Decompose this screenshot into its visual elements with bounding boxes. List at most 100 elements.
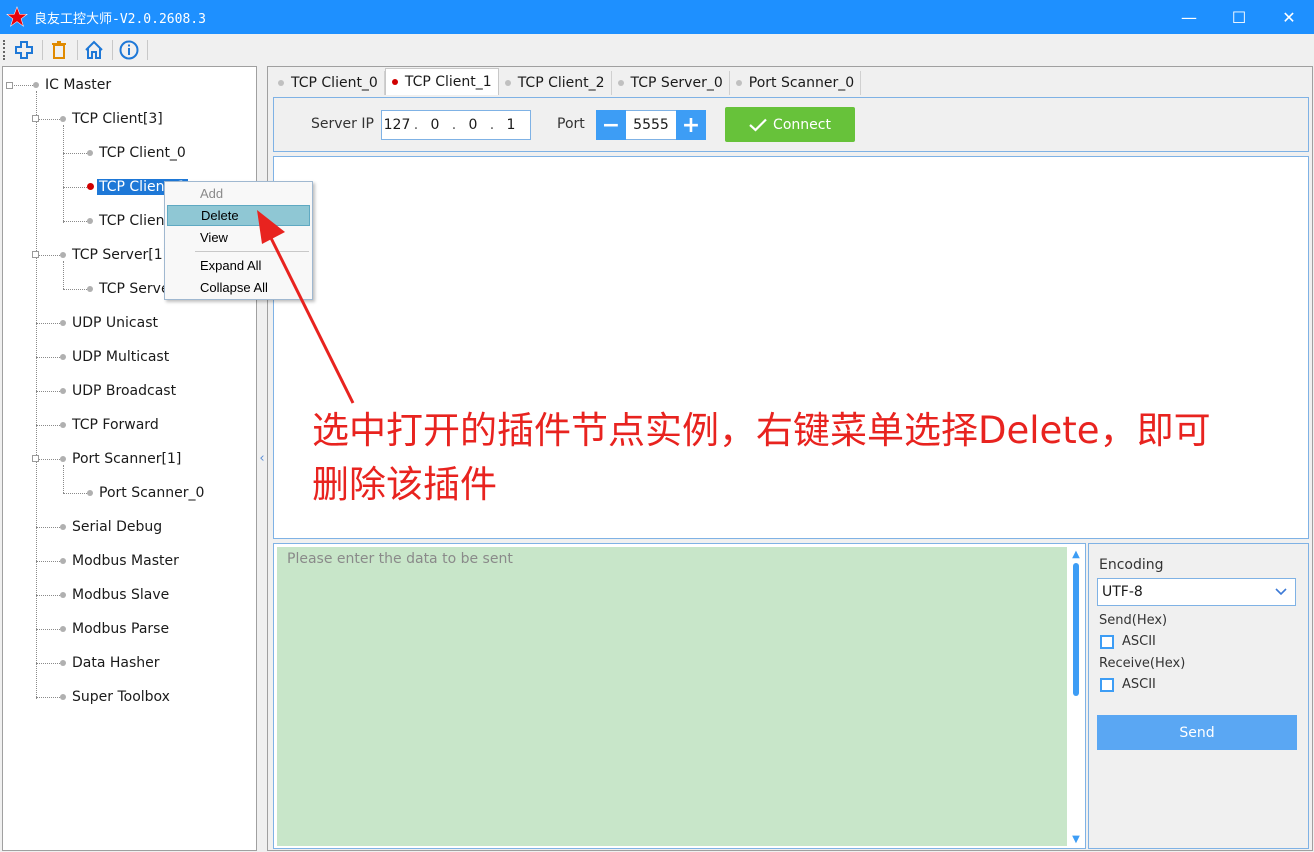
ip-octet[interactable]: 0 [458,117,488,133]
tab-tcp-server-0[interactable]: TCP Server_0 [611,71,730,95]
plus-icon: + [681,112,701,138]
collapse-panel-button[interactable]: ‹ [257,450,267,466]
node-dot [33,82,39,88]
delete-button[interactable] [47,38,71,62]
encoding-label: Encoding [1099,557,1164,573]
tree-node-tcp-server[interactable]: TCP Server[1] [70,244,170,266]
send-data-input[interactable] [277,547,1067,846]
scroll-thumb[interactable] [1073,563,1079,696]
tab-label: TCP Client_2 [517,75,605,91]
tree-node-label: IC Master [45,77,112,93]
port-increment-button[interactable]: + [676,110,706,140]
tree-node-modbus-slave[interactable]: Modbus Slave [70,584,171,606]
send-scrollbar[interactable]: ▲ ▼ [1069,547,1083,846]
tree-connector [63,289,87,290]
tab-status-dot [617,80,624,86]
home-button[interactable] [82,38,106,62]
encoding-value: UTF-8 [1102,584,1143,600]
tree-node-tcp-forward[interactable]: TCP Forward [70,414,161,436]
menu-item-label: Add [200,186,224,201]
tree-node-label: Serial Debug [72,519,163,535]
tree-node-modbus-parse[interactable]: Modbus Parse [70,618,171,640]
tab-tcp-client-1[interactable]: TCP Client_1 [384,68,499,95]
tree-node-label: Super Toolbox [72,689,170,705]
tree-node-data-hasher[interactable]: Data Hasher [70,652,162,674]
port-input[interactable]: 5555 [626,110,676,140]
send-button[interactable]: Send [1097,715,1297,750]
maximize-icon: ☐ [1231,7,1247,27]
tree-node-tcp-client[interactable]: TCP Client[3] [70,108,165,130]
tcp-client-expander[interactable] [32,115,39,122]
port-decrement-button[interactable]: − [596,110,626,140]
toolbar-separator [77,40,78,60]
tree-node-serial-debug[interactable]: Serial Debug [70,516,164,538]
close-button[interactable]: ✕ [1264,0,1314,34]
tree-node-udp-broadcast[interactable]: UDP Broadcast [70,380,178,402]
tab-tcp-client-0[interactable]: TCP Client_0 [272,71,385,95]
tab-tcp-client-2[interactable]: TCP Client_2 [498,71,612,95]
encoding-select[interactable]: UTF-8 [1097,578,1296,606]
toolbar [0,34,1314,66]
maximize-button[interactable]: ☐ [1214,0,1264,34]
delete-icon [52,41,66,59]
tree-connector [36,323,60,324]
tree-node-udp-multicast[interactable]: UDP Multicast [70,346,171,368]
tab-port-scanner-0[interactable]: Port Scanner_0 [729,71,862,95]
tree-node-port-scanner-0[interactable]: Port Scanner_0 [97,482,206,504]
tree-node-ic-master[interactable]: IC Master [43,74,113,96]
add-button[interactable] [12,38,36,62]
receive-ascii-checkbox[interactable]: ASCII [1100,677,1156,692]
minimize-button[interactable]: — [1164,0,1214,34]
connection-bar: Server IP 127 . 0 . 0 . 1 Port − 5555 + … [273,97,1309,152]
ip-octet[interactable]: 127 [382,117,412,133]
tree-node-tcp-client-0[interactable]: TCP Client_0 [97,142,188,164]
tree-node-label: TCP Client[3] [72,111,163,127]
tree-node-modbus-master[interactable]: Modbus Master [70,550,181,572]
menu-item-label: View [200,230,228,245]
window-title: 良友工控大师-V2.0.2608.3 [34,11,206,27]
add-icon [15,41,33,59]
node-dot [60,252,66,258]
menu-item-view[interactable]: View [167,227,310,248]
tree-connector [63,187,87,188]
menu-item-label: Collapse All [200,280,268,295]
tree-connector [36,527,60,528]
toolbar-separator [112,40,113,60]
tree-connector [36,561,60,562]
tree-connector [36,119,60,120]
tree-node-label: Modbus Parse [72,621,170,637]
tree-node-port-scanner[interactable]: Port Scanner[1] [70,448,183,470]
title-bar: 良友工控大师-V2.0.2608.3 — ☐ ✕ [0,0,1314,34]
root-expander[interactable] [6,82,13,89]
scroll-up-icon[interactable]: ▲ [1069,547,1083,561]
settings-panel: Encoding UTF-8 Send(Hex) ASCII Receive(H… [1088,543,1309,849]
tree-node-super-toolbox[interactable]: Super Toolbox [70,686,172,708]
scroll-down-icon[interactable]: ▼ [1069,832,1083,846]
tree-node-udp-unicast[interactable]: UDP Unicast [70,312,160,334]
toolbar-grip[interactable] [3,40,6,60]
checkmark-icon [749,118,767,132]
tab-status-dot [504,80,511,86]
port-scanner-expander[interactable] [32,455,39,462]
ip-octet[interactable]: 0 [420,117,450,133]
context-menu: Add Delete View Expand All Collapse All [164,181,313,300]
toolbar-separator [147,40,148,60]
tree-connector [36,459,60,460]
server-ip-field[interactable]: 127 . 0 . 0 . 1 [381,110,531,140]
menu-item-collapse-all[interactable]: Collapse All [167,277,310,298]
receive-hex-label: Receive(Hex) [1099,656,1186,671]
connect-button[interactable]: Connect [725,107,855,142]
ip-octet[interactable]: 1 [496,117,526,133]
tcp-server-expander[interactable] [32,251,39,258]
star-logo-icon [6,6,28,27]
tree-node-label: UDP Unicast [72,315,158,331]
node-dot [60,116,66,122]
info-button[interactable] [117,38,141,62]
node-dot [60,558,66,564]
menu-item-expand-all[interactable]: Expand All [167,255,310,276]
menu-item-add[interactable]: Add [167,183,310,204]
tree-node-label: Data Hasher [72,655,160,671]
menu-item-delete[interactable]: Delete [167,205,310,226]
send-ascii-checkbox[interactable]: ASCII [1100,634,1156,649]
tree-node-label: Modbus Master [72,553,179,569]
